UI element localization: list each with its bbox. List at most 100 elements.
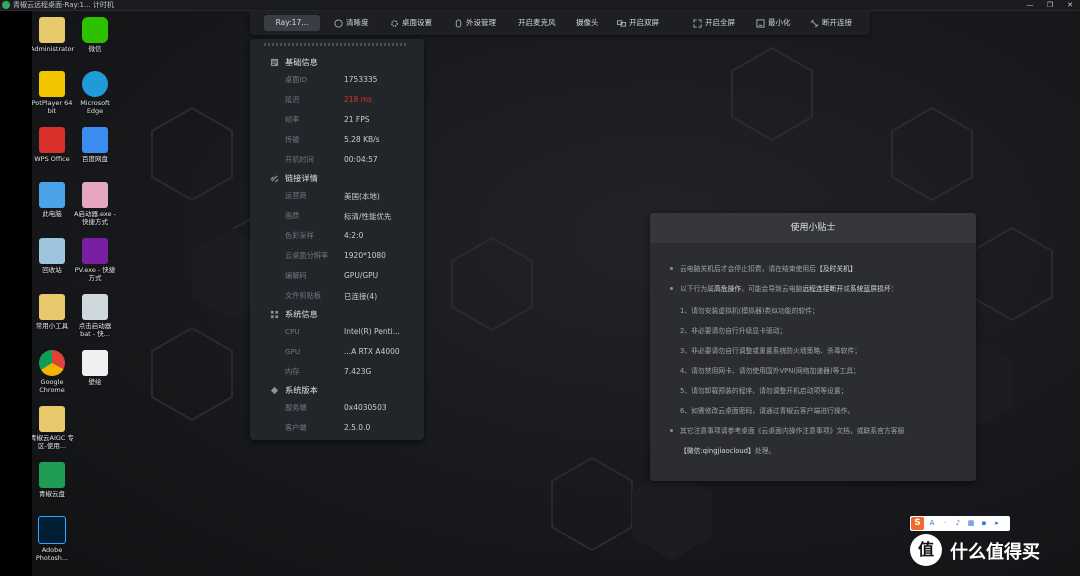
latency-value: 218 ms bbox=[344, 95, 372, 104]
chroma-value: 4:2:0 bbox=[344, 231, 364, 240]
panel-grip[interactable] bbox=[264, 43, 408, 46]
anime-avatar-icon bbox=[82, 182, 108, 208]
desktop-icon-launcher-bat[interactable]: 点击启动器 bat - 快... bbox=[73, 294, 117, 338]
window-minimize-button[interactable]: — bbox=[1020, 0, 1040, 10]
window-restore-button[interactable]: ❐ bbox=[1040, 0, 1060, 10]
section-link-details: 链接详情 bbox=[270, 172, 318, 184]
row-label: 画质 bbox=[285, 211, 300, 220]
desktop-icon-chrome[interactable]: Google Chrome bbox=[32, 350, 74, 394]
recycle-bin-icon bbox=[39, 238, 65, 264]
connection-info-panel: 基础信息 桌面ID 1753335 延迟 218 ms 帧率 21 FPS 传输… bbox=[250, 39, 424, 440]
pv-icon bbox=[82, 238, 108, 264]
fullscreen-button[interactable]: 开启全屏 bbox=[693, 15, 735, 31]
tip-high-risk: 以下行为属高危操作，可能会导致云电脑远程连接断开或系统蓝屏损坏： bbox=[680, 285, 898, 293]
app-logo-icon bbox=[2, 1, 10, 9]
desktop-icon-baidu-netdisk[interactable]: 百度网盘 bbox=[73, 127, 117, 163]
window-titlebar: 青椒云远程桌面-Ray:1... 计时机 — ❐ ✕ bbox=[0, 0, 1080, 11]
row-label: 延迟 bbox=[285, 95, 300, 104]
section-basic-info: 基础信息 bbox=[270, 56, 318, 68]
watermark-logo-icon: 值 bbox=[910, 534, 942, 566]
ime-lang-icon[interactable]: A bbox=[927, 518, 937, 529]
cpu-value: Intel(R) Penti... bbox=[344, 327, 400, 336]
desktop-settings-button[interactable]: 桌面设置 bbox=[390, 15, 432, 31]
tip-item: 3、非必要请勿自行调整或重置系统防火墙策略、杀毒软件； bbox=[680, 347, 862, 355]
mouse-icon bbox=[454, 18, 463, 28]
carrier-value: 美国(本地) bbox=[344, 192, 380, 201]
row-label: 帧率 bbox=[285, 115, 300, 124]
ime-voice-icon[interactable]: ♪ bbox=[953, 518, 963, 529]
ime-toolbar[interactable]: S A · ♪ ▦ ▪ ▸ bbox=[910, 516, 1010, 531]
desktop-icon-aigc[interactable]: 青椒云AIGC 专区-使用... bbox=[32, 406, 74, 450]
bullet-icon bbox=[670, 267, 673, 270]
tip-item: 1、请勿安装虚拟机(模拟器)类似功能的软件； bbox=[680, 307, 819, 315]
chrome-icon bbox=[39, 350, 65, 376]
tip-wechat: 【微信:qingjiaocloud】处理。 bbox=[680, 447, 776, 455]
user-label: Ray:17... bbox=[275, 18, 309, 27]
left-black-strip bbox=[0, 11, 32, 576]
dual-screen-icon bbox=[617, 19, 626, 28]
minimize-icon bbox=[756, 18, 765, 28]
desktop-icon-wechat[interactable]: 微信 bbox=[73, 17, 117, 53]
peripheral-button[interactable]: 外设管理 bbox=[454, 15, 496, 31]
user-account-button[interactable]: Ray:17... bbox=[264, 15, 320, 31]
bat-file-icon bbox=[82, 294, 108, 320]
ime-keyboard-icon[interactable]: ▦ bbox=[966, 518, 976, 529]
watermark-text: 什么值得买 bbox=[950, 542, 1040, 563]
desktop-icon-tools[interactable]: 常用小工具 bbox=[32, 294, 74, 330]
disconnect-icon bbox=[810, 19, 819, 28]
dual-screen-button[interactable]: 开启双屏 bbox=[617, 15, 659, 31]
window-close-button[interactable]: ✕ bbox=[1060, 0, 1080, 10]
row-label: 云桌面分辨率 bbox=[285, 251, 329, 260]
gpu-value: ...A RTX A4000 bbox=[344, 347, 400, 356]
desktop-icon-recycle-bin[interactable]: 回收站 bbox=[32, 238, 74, 274]
desktop-icon-wps[interactable]: WPS Office bbox=[32, 127, 74, 163]
desktop-icon-sketch[interactable]: 壁绘 bbox=[73, 350, 117, 386]
section-system-version: 系统版本 bbox=[270, 384, 318, 396]
clipboard-value: 已连接(4) bbox=[344, 292, 378, 301]
tip-item: 4、请勿禁用网卡、请勿使用国外VPN(网络加速器)等工具； bbox=[680, 367, 860, 375]
clarity-icon bbox=[334, 18, 343, 28]
desktop-icon-qingjiao-disk[interactable]: 青椒云盘 bbox=[32, 462, 74, 498]
baidu-netdisk-icon bbox=[82, 127, 108, 153]
clarity-button[interactable]: 清晰度 bbox=[334, 15, 369, 31]
resolution-value: 1920*1080 bbox=[344, 251, 386, 260]
section-system-info: 系统信息 bbox=[270, 308, 318, 320]
uptime-value: 00:04:57 bbox=[344, 155, 378, 164]
server-version-value: 0x4030503 bbox=[344, 403, 387, 412]
ime-punct-icon[interactable]: · bbox=[940, 518, 950, 529]
desktop-icon-pv[interactable]: PV.exe - 快捷方式 bbox=[73, 238, 117, 282]
row-label: 内存 bbox=[285, 367, 300, 376]
sogou-logo-icon[interactable]: S bbox=[911, 517, 924, 530]
desktop-icon-potplayer[interactable]: PotPlayer 64 bit bbox=[32, 71, 74, 115]
ime-tools-icon[interactable]: ▸ bbox=[992, 518, 1002, 529]
tip-contact: 其它注意事项请参考桌面《云桌面内操作注意事项》文档，或联系官方客服 bbox=[680, 427, 905, 435]
bullet-icon bbox=[670, 429, 673, 432]
bullet-icon bbox=[670, 287, 673, 290]
quality-value: 标清/性能优先 bbox=[344, 212, 392, 221]
row-label: 服务端 bbox=[285, 403, 307, 412]
fullscreen-icon bbox=[693, 18, 702, 28]
potplayer-icon bbox=[39, 71, 65, 97]
row-label: 编解码 bbox=[285, 271, 307, 280]
grid-icon bbox=[270, 310, 279, 319]
desktop-icon-edge[interactable]: Microsoft Edge bbox=[73, 71, 117, 115]
desktop-icon-administrator[interactable]: Administrator bbox=[32, 17, 74, 53]
camera-button[interactable]: 摄像头 bbox=[576, 15, 599, 31]
ime-skin-icon[interactable]: ▪ bbox=[979, 518, 989, 529]
wps-icon bbox=[39, 127, 65, 153]
row-label: 桌面ID bbox=[285, 75, 308, 84]
row-label: CPU bbox=[285, 327, 300, 336]
doc-icon bbox=[39, 406, 65, 432]
tip-item: 2、非必要请勿自行升级显卡驱动； bbox=[680, 327, 787, 335]
mic-button[interactable]: 开启麦克风 bbox=[518, 15, 556, 31]
row-label: 客户端 bbox=[285, 423, 307, 432]
desktop-icon-a-launcher[interactable]: A启动器.exe - 快捷方式 bbox=[73, 182, 117, 226]
folder-user-icon bbox=[39, 17, 65, 43]
memory-value: 7.423G bbox=[344, 367, 372, 376]
desktop-icon-photoshop[interactable]: Adobe Photosh... bbox=[32, 516, 74, 562]
version-icon bbox=[270, 386, 279, 395]
client-version-value: 2.5.0.0 bbox=[344, 423, 371, 432]
minimize-button[interactable]: 最小化 bbox=[756, 15, 791, 31]
desktop-icon-this-pc[interactable]: 此电脑 bbox=[32, 182, 74, 218]
disconnect-button[interactable]: 断开连接 bbox=[810, 15, 852, 31]
